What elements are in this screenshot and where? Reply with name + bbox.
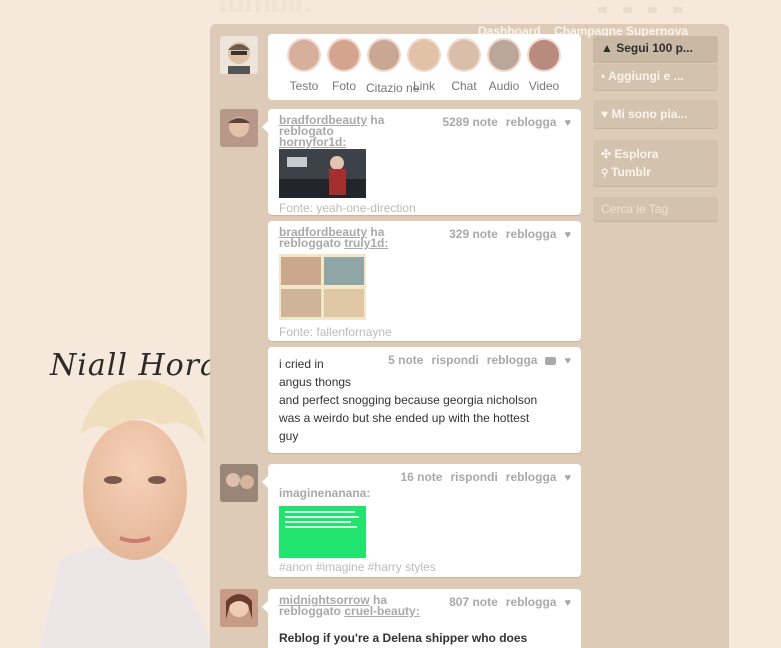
- like-icon[interactable]: ♥: [564, 472, 571, 484]
- notes-count[interactable]: 807 note: [449, 595, 498, 609]
- post-type-text[interactable]: Testo: [286, 38, 322, 93]
- post-type-chat[interactable]: Chat: [446, 38, 482, 93]
- post-image[interactable]: [279, 149, 366, 198]
- post-card: bradfordbeauty ha reblogato hornyfor1d: 52…: [262, 109, 581, 215]
- post-author[interactable]: midnightsorrow ha rebloggato cruel-beauty…: [279, 594, 439, 617]
- post-type-audio[interactable]: Audio: [486, 38, 522, 93]
- post-card: bradfordbeauty ha rebloggato truly1d: 329…: [268, 221, 581, 341]
- post-author[interactable]: imaginenanana:: [279, 487, 439, 499]
- post-meta: 5 note rispondi reblogga ♥: [380, 353, 571, 367]
- sidebar-follow[interactable]: ▲ Segui 100 p...: [593, 36, 718, 62]
- post-avatar[interactable]: [220, 464, 258, 502]
- like-icon[interactable]: ♥: [564, 229, 571, 241]
- post-type-video[interactable]: Video: [526, 38, 562, 93]
- camera-icon[interactable]: [545, 356, 557, 365]
- reblog-link[interactable]: reblogga: [506, 227, 557, 241]
- post-source[interactable]: Fonte: yeah-one-direction: [279, 201, 416, 215]
- post-type-photo[interactable]: Foto: [326, 38, 362, 93]
- notes-count[interactable]: 329 note: [449, 227, 498, 241]
- post-type-selector: Testo Foto Citazio ne Link Chat Audio Vi…: [268, 34, 581, 100]
- reblog-link[interactable]: reblogga: [506, 470, 557, 484]
- sidebar-add[interactable]: ▪ Aggiungi e ...: [593, 64, 718, 90]
- tag-search-input[interactable]: Cerca le Tag: [593, 197, 718, 221]
- reply-link[interactable]: rispondi: [431, 353, 478, 367]
- user-avatar[interactable]: [220, 36, 258, 74]
- post-text: Reblog if you're a Delena shipper who do…: [279, 631, 528, 645]
- like-icon[interactable]: ♥: [564, 117, 571, 129]
- tumblr-logo[interactable]: tumblr.: [218, 0, 312, 20]
- post-tags[interactable]: #anon #imagine #harry styles: [279, 560, 436, 574]
- post-image[interactable]: [279, 254, 366, 320]
- like-icon[interactable]: ♥: [564, 355, 571, 367]
- post-author[interactable]: bradfordbeauty ha reblogato hornyfor1d:: [279, 114, 439, 148]
- sidebar-explore[interactable]: ✣ Esplora ⚲ Tumblr: [593, 140, 718, 186]
- reply-link[interactable]: rispondi: [450, 470, 497, 484]
- user-icon: ▲: [601, 41, 617, 55]
- notes-count[interactable]: 5289 note: [442, 115, 497, 129]
- compass-icon: ✣: [601, 147, 615, 161]
- post-avatar[interactable]: [220, 589, 258, 627]
- search-icon: ⚲: [601, 168, 612, 179]
- post-card: imaginenanana: 16 note rispondi reblogga ♥ …: [262, 464, 581, 577]
- notes-count[interactable]: 5 note: [388, 353, 423, 367]
- reblog-link[interactable]: reblogga: [487, 353, 538, 367]
- post-meta: 329 note reblogga ♥: [441, 227, 571, 241]
- post-source[interactable]: Fonte: fallenfornayne: [279, 325, 392, 339]
- post-type-quote[interactable]: Citazio ne: [366, 38, 419, 97]
- post-meta: 5289 note reblogga ♥: [434, 115, 571, 129]
- top-icons: [598, 0, 718, 13]
- reblog-link[interactable]: reblogga: [506, 115, 557, 129]
- heart-icon: ♥: [601, 107, 612, 121]
- sidebar-likes[interactable]: ♥ Mi sono pia...: [593, 100, 718, 128]
- post-avatar[interactable]: [220, 109, 258, 147]
- notes-count[interactable]: 16 note: [400, 470, 442, 484]
- reblog-link[interactable]: reblogga: [506, 595, 557, 609]
- post-card: midnightsorrow ha rebloggato cruel-beauty…: [262, 589, 581, 648]
- post-text: i cried in angus thongs and perfect snog…: [279, 357, 538, 443]
- like-icon[interactable]: ♥: [564, 597, 571, 609]
- post-meta: 16 note rispondi reblogga ♥: [392, 470, 571, 484]
- post-image[interactable]: [279, 506, 366, 558]
- post-author[interactable]: bradfordbeauty ha rebloggato truly1d:: [279, 226, 439, 249]
- post-card: i cried in angus thongs and perfect snog…: [268, 347, 581, 453]
- post-type-link[interactable]: Link: [406, 38, 442, 93]
- post-meta: 807 note reblogga ♥: [441, 595, 571, 609]
